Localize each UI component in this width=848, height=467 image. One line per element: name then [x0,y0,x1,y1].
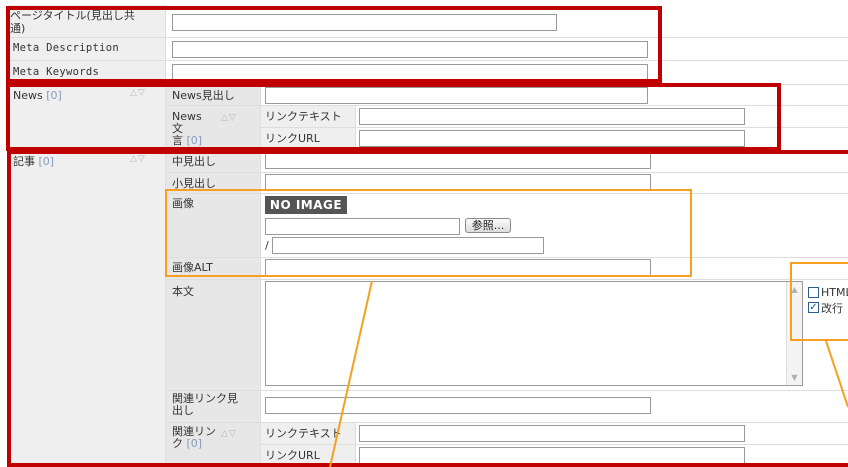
annotation-box-news [6,83,781,151]
annotation-box-image [165,189,692,277]
annotation-box-options [790,262,848,341]
annotation-box-page-fields [6,6,662,83]
